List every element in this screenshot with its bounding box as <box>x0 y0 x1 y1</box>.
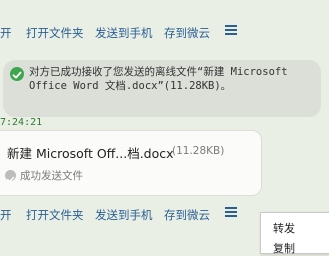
save-to-weiyun-link[interactable]: 存到微云 <box>164 25 210 41</box>
save-to-weiyun-link[interactable]: 存到微云 <box>164 207 210 223</box>
context-menu-item-forward[interactable]: 转发 <box>273 220 295 236</box>
open-file-link[interactable]: 开 <box>0 25 12 41</box>
receipt-notice-bubble: 对方已成功接收了您发送的离线文件“新建 Microsoft Office Wor… <box>3 60 321 117</box>
file-size: (11.28KB) <box>172 145 225 157</box>
context-menu-item-copy[interactable]: 复制 <box>273 240 295 256</box>
check-circle-icon <box>5 170 16 183</box>
open-folder-link[interactable]: 打开文件夹 <box>26 207 84 223</box>
menu-icon[interactable] <box>225 207 237 217</box>
top-file-actions: 开 打开文件夹 发送到手机 存到微云 <box>0 22 329 42</box>
open-folder-link[interactable]: 打开文件夹 <box>26 25 84 41</box>
open-file-link[interactable]: 开 <box>0 207 12 223</box>
file-message-card[interactable]: 新建 Microsoft Off...档.docx (11.28KB) 成功发送… <box>0 130 262 196</box>
context-menu: 转发 复制 <box>260 212 329 256</box>
check-circle-icon <box>10 67 24 81</box>
send-to-phone-link[interactable]: 发送到手机 <box>95 207 153 223</box>
notice-text: 对方已成功接收了您发送的离线文件“新建 Microsoft Office Wor… <box>29 66 288 92</box>
file-name[interactable]: 新建 Microsoft Off...档.docx <box>7 143 174 162</box>
send-status-text: 成功发送文件 <box>20 170 83 182</box>
send-to-phone-link[interactable]: 发送到手机 <box>95 25 153 41</box>
message-timestamp: 7:24:21 <box>0 117 43 128</box>
menu-icon[interactable] <box>225 25 237 35</box>
